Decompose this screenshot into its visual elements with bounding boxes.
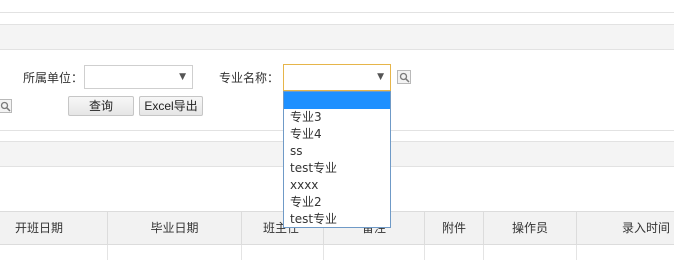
dropdown-option[interactable]: 专业4: [284, 126, 390, 143]
query-button[interactable]: 查询: [68, 96, 134, 116]
table-cell: [425, 245, 484, 260]
dropdown-option-blank[interactable]: [284, 92, 390, 109]
unit-select[interactable]: ▼: [84, 65, 193, 89]
column-header[interactable]: 开班日期: [0, 212, 108, 244]
major-dropdown-list: 专业3 专业4 ss test专业 xxxx 专业2 test专业: [283, 91, 391, 228]
column-header[interactable]: 操作员: [484, 212, 577, 244]
dropdown-option[interactable]: 专业3: [284, 109, 390, 126]
table-cell: [484, 245, 577, 260]
column-header[interactable]: 毕业日期: [108, 212, 242, 244]
table-cell: [108, 245, 242, 260]
table-cell: [324, 245, 425, 260]
search-icon[interactable]: [0, 99, 12, 113]
column-header[interactable]: 录入时间: [577, 212, 674, 244]
search-icon[interactable]: [397, 70, 411, 84]
chevron-down-icon: ▼: [377, 72, 384, 82]
excel-export-button[interactable]: Excel导出: [139, 96, 203, 116]
table-cell: [242, 245, 324, 260]
dropdown-option[interactable]: ss: [284, 143, 390, 160]
section-header-band: [0, 24, 674, 50]
dropdown-option[interactable]: test专业: [284, 211, 390, 228]
major-label: 专业名称：: [219, 71, 280, 85]
unit-label: 所属单位：: [23, 71, 84, 85]
dropdown-option[interactable]: 专业2: [284, 194, 390, 211]
major-select[interactable]: ▼: [283, 64, 391, 91]
column-header[interactable]: 附件: [425, 212, 484, 244]
divider: [0, 12, 674, 13]
chevron-down-icon: ▼: [179, 72, 186, 82]
dropdown-option[interactable]: test专业: [284, 160, 390, 177]
dropdown-option[interactable]: xxxx: [284, 177, 390, 194]
table-cell: [0, 245, 108, 260]
